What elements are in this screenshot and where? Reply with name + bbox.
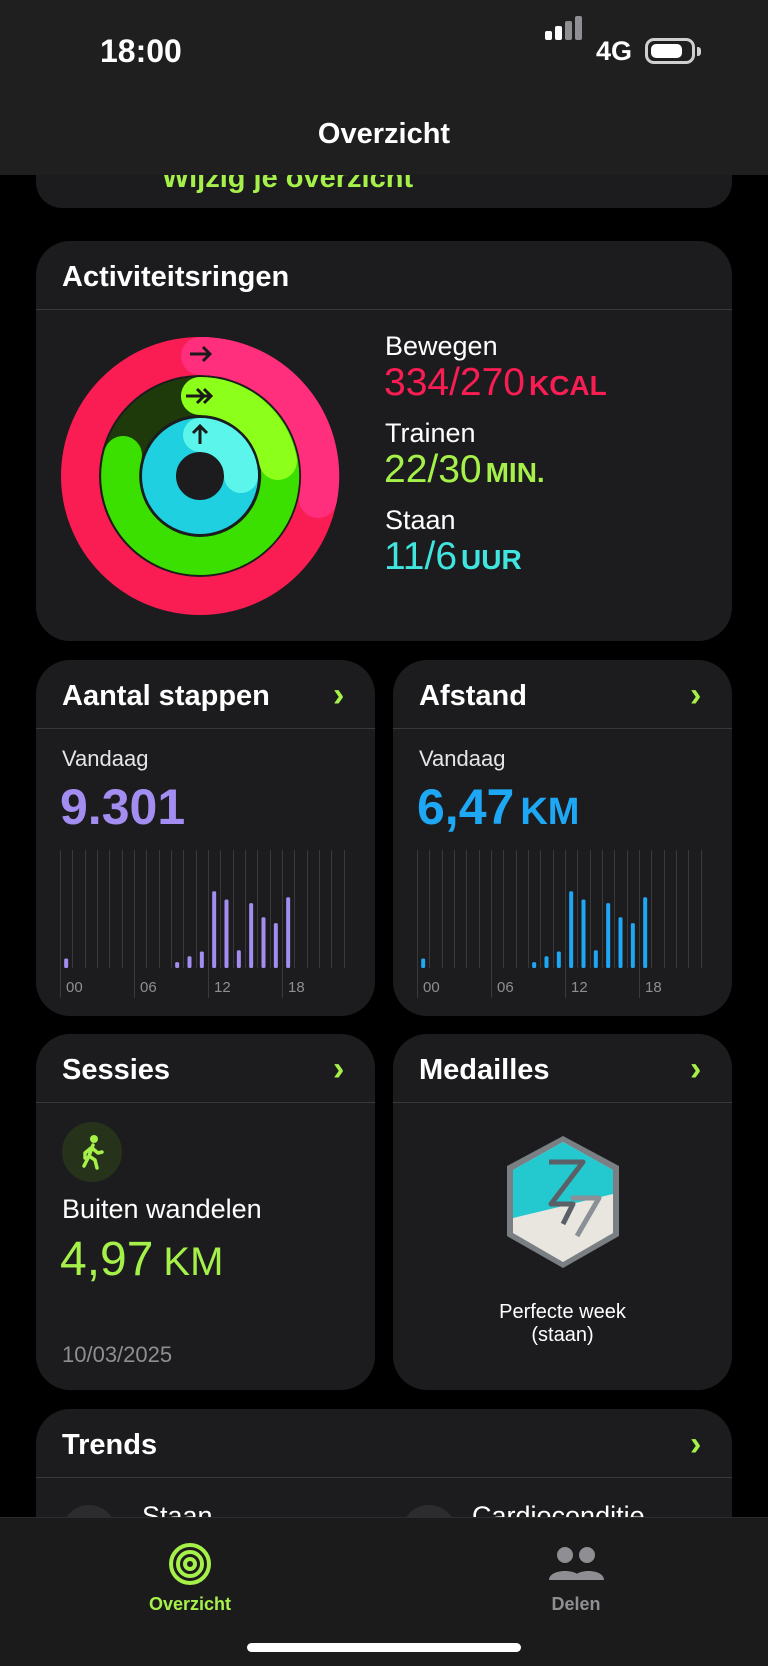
sessions-title: Sessies xyxy=(62,1054,171,1086)
axis-tick-label: 12 xyxy=(214,979,231,996)
distance-card[interactable]: Afstand › Vandaag 6,47 KM 00 06 12 18 xyxy=(393,660,732,1016)
hour-bar xyxy=(532,962,537,968)
tab-sharing[interactable]: Delen xyxy=(536,1532,616,1662)
steps-title: Aantal stappen xyxy=(62,680,270,712)
session-workout-name: Buiten wandelen xyxy=(62,1194,262,1224)
activity-rings-icon xyxy=(61,336,340,615)
network-type: 4G xyxy=(596,36,633,66)
home-indicator xyxy=(247,1643,521,1652)
divider xyxy=(393,728,732,729)
axis-tick-label: 18 xyxy=(645,979,662,996)
hour-bar xyxy=(64,958,69,968)
distance-value: 6,47 KM xyxy=(417,779,580,835)
hour-bar xyxy=(569,891,574,968)
hour-bar xyxy=(421,958,426,968)
hour-bar xyxy=(606,903,611,968)
hour-bar xyxy=(618,917,623,968)
tab-sharing-label: Delen xyxy=(551,1594,601,1614)
activity-rings-title: Activiteitsringen xyxy=(62,261,290,293)
walking-icon xyxy=(62,1122,122,1182)
hour-bar xyxy=(224,899,229,968)
distance-hourly-chart: 00 06 12 18 xyxy=(417,850,702,998)
medal-name: Perfecte week xyxy=(499,1301,626,1323)
hour-bar xyxy=(236,950,241,968)
steps-card[interactable]: Aantal stappen › Vandaag 9.301 00 06 12 18 xyxy=(36,660,375,1016)
hour-bar xyxy=(593,950,598,968)
steps-value: 9.301 xyxy=(60,779,186,835)
tab-overview[interactable]: Overzicht xyxy=(149,1532,231,1662)
chevron-right-icon: › xyxy=(690,676,702,714)
stand-value: 11/6 UUR xyxy=(384,535,522,578)
divider xyxy=(36,1477,732,1478)
steps-hourly-chart: 00 06 12 18 xyxy=(60,850,345,998)
exercise-value: 22/30 MIN. xyxy=(384,448,545,491)
hour-bar xyxy=(199,951,204,968)
divider xyxy=(36,1102,375,1103)
medals-card[interactable]: Medailles › Perfecte week (staan) xyxy=(393,1034,732,1390)
hour-bar xyxy=(212,891,217,968)
divider xyxy=(393,1102,732,1103)
hour-bar xyxy=(544,956,549,968)
hour-bar xyxy=(187,956,192,968)
hour-bar xyxy=(261,917,266,968)
trends-title: Trends xyxy=(62,1429,158,1461)
hour-bar xyxy=(286,897,291,968)
chevron-right-icon: › xyxy=(333,1050,345,1088)
move-label: Bewegen xyxy=(385,331,498,361)
status-bar: 18:00 4G Overzicht xyxy=(0,0,768,175)
stand-label: Staan xyxy=(385,505,456,535)
hour-bar xyxy=(556,951,561,968)
axis-tick-label: 00 xyxy=(423,979,440,996)
axis-tick-label: 06 xyxy=(140,979,157,996)
battery-icon xyxy=(645,38,701,64)
hour-bar xyxy=(630,923,635,968)
divider xyxy=(36,309,732,310)
medals-title: Medailles xyxy=(419,1054,550,1086)
chevron-right-icon: › xyxy=(690,1050,702,1088)
exercise-label: Trainen xyxy=(385,418,476,448)
page-title: Overzicht xyxy=(317,118,451,150)
steps-today-label: Vandaag xyxy=(62,746,149,771)
distance-title: Afstand xyxy=(419,680,527,712)
status-time: 18:00 xyxy=(100,33,182,69)
divider xyxy=(36,728,375,729)
activity-rings-card[interactable]: Activiteitsringen Bewegen 334/270 KCAL Tr… xyxy=(36,241,732,641)
axis-tick-label: 06 xyxy=(497,979,514,996)
chevron-right-icon: › xyxy=(690,1425,702,1463)
session-date: 10/03/2025 xyxy=(62,1342,173,1367)
axis-tick-label: 18 xyxy=(288,979,305,996)
activity-rings-tab-icon xyxy=(169,1543,211,1585)
hour-bar xyxy=(273,923,278,968)
axis-tick-label: 00 xyxy=(66,979,83,996)
hour-bar xyxy=(175,962,180,968)
tab-overview-label: Overzicht xyxy=(148,1594,232,1614)
medal-subtitle: (staan) xyxy=(531,1324,594,1346)
hour-bar xyxy=(643,897,648,968)
sessions-card[interactable]: Sessies › Buiten wandelen 4,97 KM 10/03/2… xyxy=(36,1034,375,1390)
people-icon xyxy=(549,1547,604,1580)
chevron-right-icon: › xyxy=(333,676,345,714)
move-value: 334/270 KCAL xyxy=(384,361,607,404)
hour-bar xyxy=(581,899,586,968)
medal-badge-icon xyxy=(507,1136,619,1268)
axis-tick-label: 12 xyxy=(571,979,588,996)
hour-bar xyxy=(249,903,254,968)
session-distance: 4,97 KM xyxy=(60,1233,224,1286)
distance-today-label: Vandaag xyxy=(419,746,506,771)
